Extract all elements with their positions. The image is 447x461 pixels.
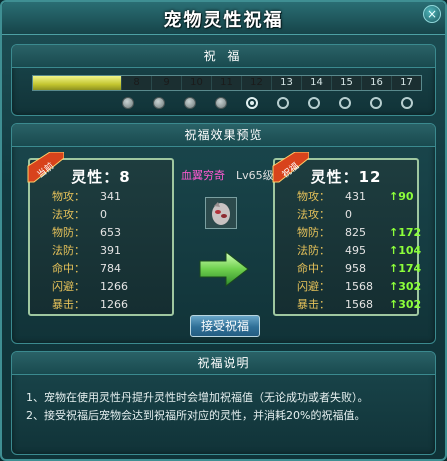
stat-value: 1266 (100, 298, 128, 311)
level-dot-empty (277, 97, 289, 109)
pet-name: 血翼穷奇 (181, 169, 225, 182)
accept-blessing-button[interactable]: 接受祝福 (190, 315, 260, 337)
progress-segment: 13 (271, 76, 301, 90)
level-dot-filled (215, 97, 227, 109)
stat-value: 0 (100, 208, 107, 221)
level-dot-empty (401, 97, 413, 109)
stat-value: 825 (345, 226, 366, 239)
blessed-stats-card: 祝福 灵性：12 物攻： 431 ↑90 法攻： 0 物防： 825 ↑172 法防： 495 ↑1… (272, 152, 421, 316)
blessed-spirit-level: 灵性：12 (310, 168, 382, 186)
stat-value: 653 (100, 226, 121, 239)
increase-value: 172 (398, 226, 422, 239)
increase-value: 90 (398, 190, 414, 203)
level-dot-empty (339, 97, 351, 109)
stat-label: 法防： (297, 244, 330, 257)
up-arrow-icon: ↑ (389, 190, 399, 203)
up-arrow-icon: ↑ (389, 280, 399, 293)
stat-value: 495 (345, 244, 366, 257)
progress-segment: 11 (211, 76, 241, 90)
progress-segment: 17 (391, 76, 421, 90)
level-dot-empty (308, 97, 320, 109)
stat-label: 物防： (297, 226, 330, 239)
level-dot-filled (122, 97, 134, 109)
stat-label: 物攻： (52, 190, 85, 203)
pet-avatar[interactable] (205, 197, 237, 229)
close-button[interactable]: × (423, 5, 441, 23)
stat-value: 0 (345, 208, 352, 221)
preview-header: 祝福效果预览 (12, 124, 435, 147)
increase-value: 302 (398, 298, 422, 311)
stat-increase: ↑104 (389, 242, 421, 259)
stat-label: 命中： (52, 262, 85, 275)
up-arrow-icon: ↑ (389, 298, 399, 311)
up-arrow-icon: ↑ (389, 226, 399, 239)
progress-segment: 14 (301, 76, 331, 90)
stat-increase: ↑172 (389, 224, 421, 241)
arrow-right-icon (199, 250, 249, 288)
title-bar[interactable]: 宠物灵性祝福 × (2, 2, 445, 35)
progress-segment: 16 (361, 76, 391, 90)
blessing-header: 祝 福 (12, 45, 435, 68)
stat-value: 784 (100, 262, 121, 275)
up-arrow-icon: ↑ (389, 262, 399, 275)
progress-segment: 15 (331, 76, 361, 90)
instruction-line: 1、宠物在使用灵性丹提升灵性时会增加祝福值（无论成功或者失败）。 (26, 391, 369, 404)
instruction-line: 2、接受祝福后宠物会达到祝福所对应的灵性，并消耗20%的祝福值。 (26, 409, 366, 422)
blessing-progress-fill (33, 76, 121, 90)
up-arrow-icon: ↑ (389, 244, 399, 257)
increase-value: 104 (398, 244, 422, 257)
stat-label: 暴击： (297, 298, 330, 311)
pet-portrait-icon (212, 202, 230, 225)
window-title: 宠物灵性祝福 (163, 10, 284, 31)
progress-segment: 9 (151, 76, 181, 90)
level-dot-filled (153, 97, 165, 109)
current-spirit-level: 灵性：8 (71, 168, 131, 186)
stat-value: 341 (100, 190, 121, 203)
stat-label: 法防： (52, 244, 85, 257)
stat-increase: ↑174 (389, 260, 421, 277)
stat-value: 431 (345, 190, 366, 203)
instructions-header: 祝福说明 (12, 352, 435, 375)
stat-value: 1568 (345, 280, 373, 293)
stat-value: 391 (100, 244, 121, 257)
stat-label: 法攻： (52, 208, 85, 221)
stat-label: 法攻： (297, 208, 330, 221)
pet-blessing-window: 宠物灵性祝福 × 祝 福 8 9 10 11 12 13 14 15 16 17 祝福效果预览 当… (0, 0, 447, 461)
increase-value: 302 (398, 280, 422, 293)
stat-label: 物防： (52, 226, 85, 239)
progress-segment: 12 (241, 76, 271, 90)
stat-label: 命中： (297, 262, 330, 275)
pet-level: Lv65级 (236, 169, 274, 182)
blessing-progress-bar: 8 9 10 11 12 13 14 15 16 17 (32, 75, 422, 91)
stat-label: 闪避： (297, 280, 330, 293)
stat-value: 1568 (345, 298, 373, 311)
stat-label: 暴击： (52, 298, 85, 311)
level-dot-filled (184, 97, 196, 109)
stat-increase: ↑302 (389, 296, 421, 313)
progress-segment: 10 (181, 76, 211, 90)
level-dot-current (246, 97, 258, 109)
increase-value: 174 (398, 262, 422, 275)
stat-increase: ↑90 (389, 188, 414, 205)
level-dot-empty (370, 97, 382, 109)
stat-label: 闪避： (52, 280, 85, 293)
stat-label: 物攻： (297, 190, 330, 203)
stat-value: 1266 (100, 280, 128, 293)
stat-value: 958 (345, 262, 366, 275)
stat-increase: ↑302 (389, 278, 421, 295)
current-stats-card: 当前 灵性：8 物攻： 341 法攻： 0 物防： 653 法防： 391 命中： 784 闪避： 1… (27, 152, 174, 316)
progress-segment: 8 (121, 76, 151, 90)
